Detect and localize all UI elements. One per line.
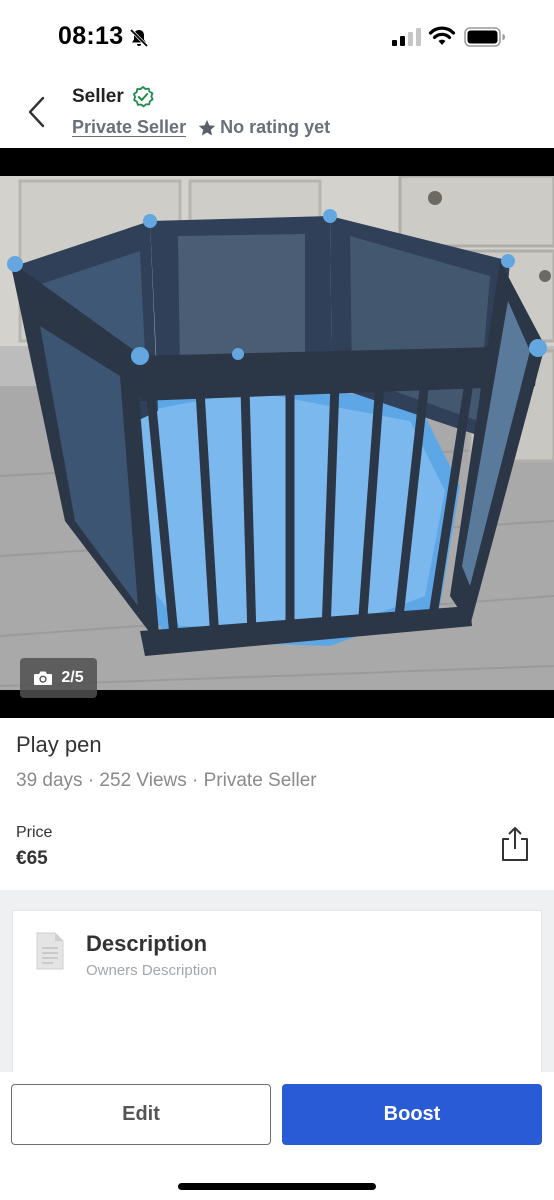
photo-counter[interactable]: 2/5: [20, 658, 97, 698]
chevron-left-icon: [28, 96, 45, 128]
bell-slash-icon: [129, 28, 149, 48]
listing-title: Play pen: [16, 732, 102, 757]
back-button[interactable]: [20, 92, 54, 132]
description-card: Description Owners Description: [12, 910, 542, 1090]
bottom-action-bar: Edit Boost: [0, 1072, 554, 1200]
photo-gallery[interactable]: 2/5: [0, 148, 554, 718]
battery-icon: [464, 27, 505, 47]
boost-button[interactable]: Boost: [282, 1084, 542, 1145]
private-seller-link[interactable]: Private Seller: [72, 117, 186, 138]
status-time: 08:13: [58, 22, 124, 50]
description-subtitle: Owners Description: [86, 962, 217, 979]
seller-title-row: Seller: [72, 86, 154, 108]
home-indicator[interactable]: [178, 1183, 376, 1190]
camera-icon: [34, 671, 53, 685]
seller-rating: No rating yet: [198, 117, 330, 138]
wifi-icon: [428, 26, 456, 45]
listing-photo[interactable]: [0, 176, 554, 690]
price-value: €65: [16, 848, 48, 869]
listing-info: Play pen 39 days · 252 Views · Private S…: [0, 718, 554, 890]
signal-icon: [392, 28, 421, 46]
star-icon: [198, 119, 216, 136]
status-bar: 08:13: [0, 0, 554, 76]
share-icon[interactable]: [498, 824, 532, 864]
edit-button[interactable]: Edit: [11, 1084, 271, 1145]
price-label: Price: [16, 824, 53, 841]
document-icon: [36, 932, 64, 970]
seller-title: Seller: [72, 86, 124, 107]
rating-text: No rating yet: [220, 117, 331, 137]
description-title: Description: [86, 931, 208, 956]
listing-meta: 39 days · 252 Views · Private Seller: [16, 770, 317, 791]
seller-header: Seller Private Seller No rating yet: [0, 76, 554, 148]
verified-badge-icon: [132, 86, 154, 108]
seller-sub-row: Private Seller No rating yet: [72, 117, 330, 138]
photo-counter-text: 2/5: [61, 669, 84, 686]
